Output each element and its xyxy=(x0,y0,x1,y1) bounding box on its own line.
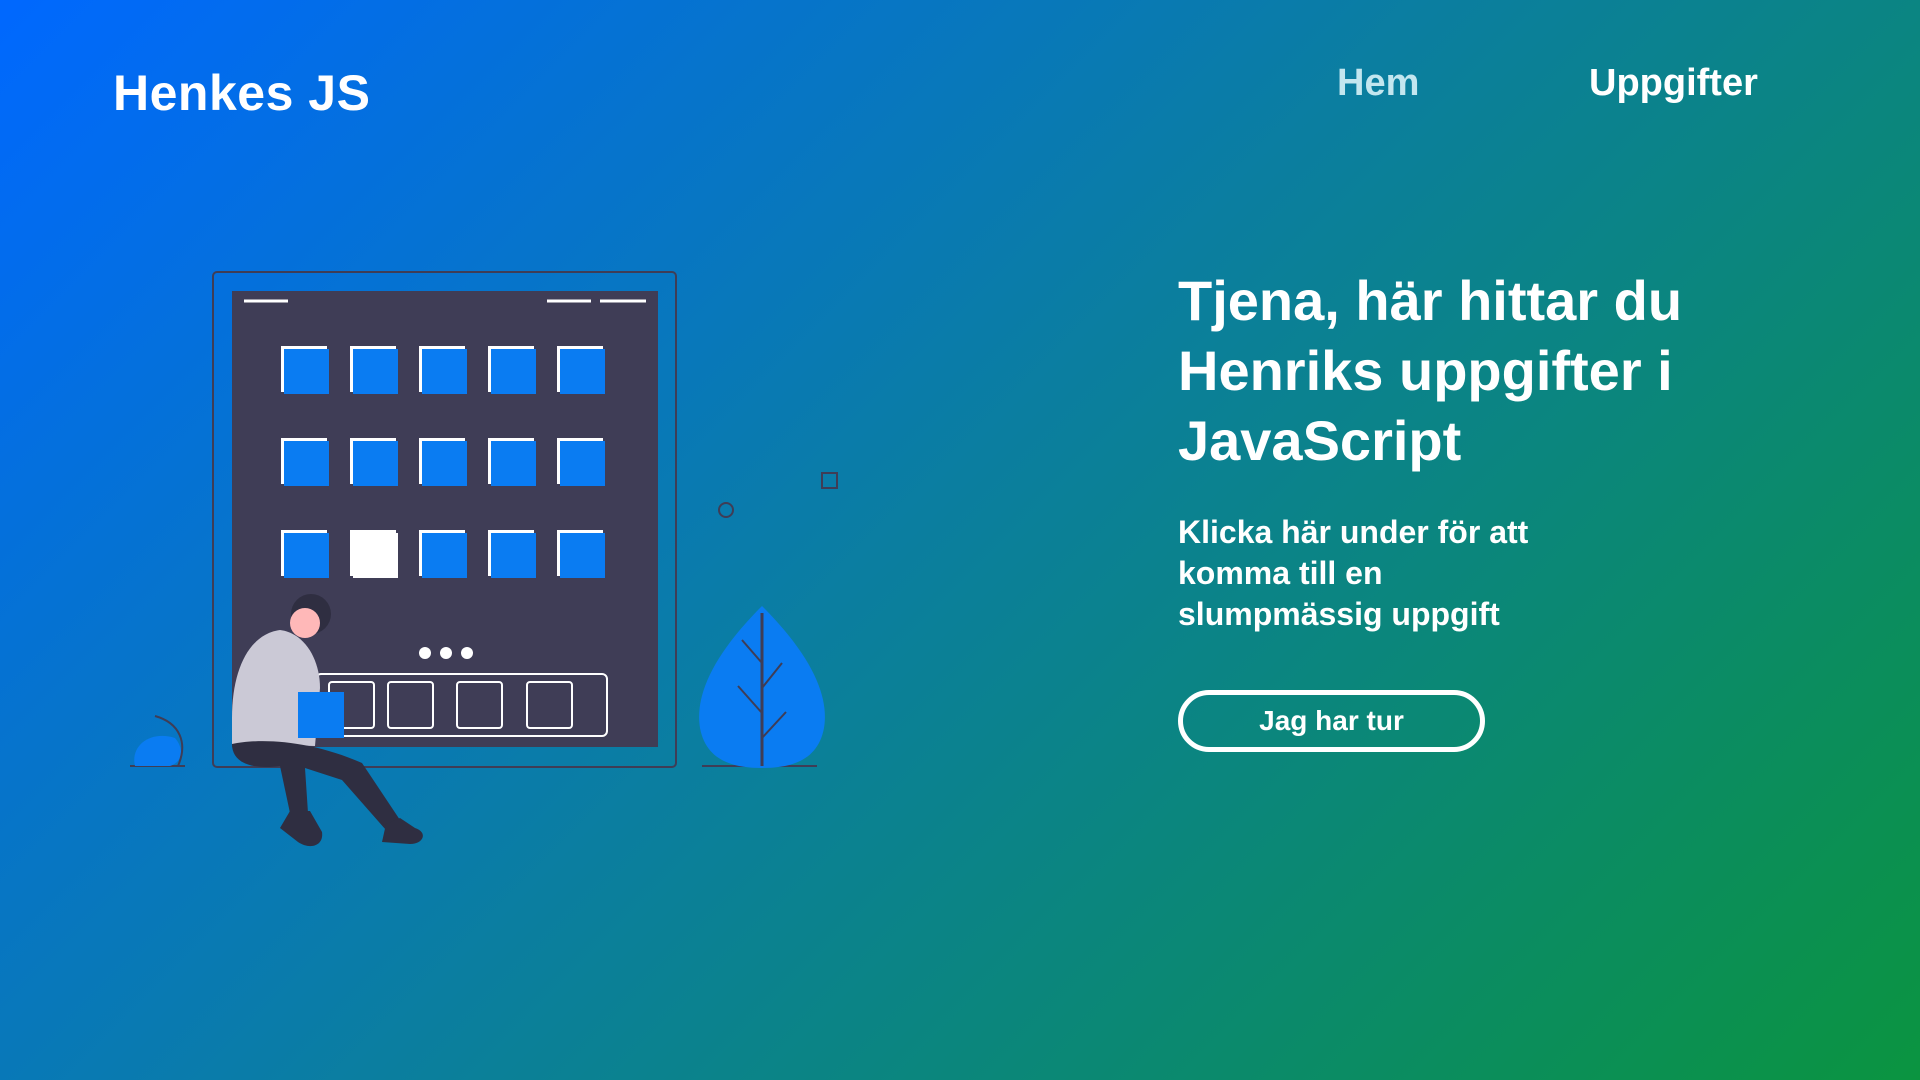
app-tile xyxy=(422,441,467,486)
main-nav: Hem Uppgifter xyxy=(0,62,1920,112)
app-tile xyxy=(422,533,467,578)
app-tile xyxy=(284,441,329,486)
nav-link-tasks[interactable]: Uppgifter xyxy=(1589,62,1758,105)
app-tile xyxy=(491,441,536,486)
app-tile xyxy=(560,533,605,578)
app-tile xyxy=(284,533,329,578)
app-tile xyxy=(284,349,329,394)
person-with-app-grid-illustration xyxy=(130,271,838,847)
app-tile xyxy=(353,349,398,394)
nav-link-home[interactable]: Hem xyxy=(1337,62,1419,105)
lucky-button[interactable]: Jag har tur xyxy=(1178,690,1485,752)
app-tile xyxy=(353,533,398,578)
app-tile xyxy=(353,441,398,486)
hero-title: Tjena, här hittar du Henriks uppgifter i… xyxy=(1178,269,1683,472)
hero-subtitle: Klicka här under för att komma till en s… xyxy=(1178,514,1529,632)
app-tile xyxy=(560,441,605,486)
hero-section: Tjena, här hittar du Henriks uppgifter i… xyxy=(1178,266,1818,635)
app-tile xyxy=(560,349,605,394)
hero-illustration xyxy=(110,268,850,868)
app-tile xyxy=(491,533,536,578)
app-tile xyxy=(422,349,467,394)
app-tile xyxy=(491,349,536,394)
